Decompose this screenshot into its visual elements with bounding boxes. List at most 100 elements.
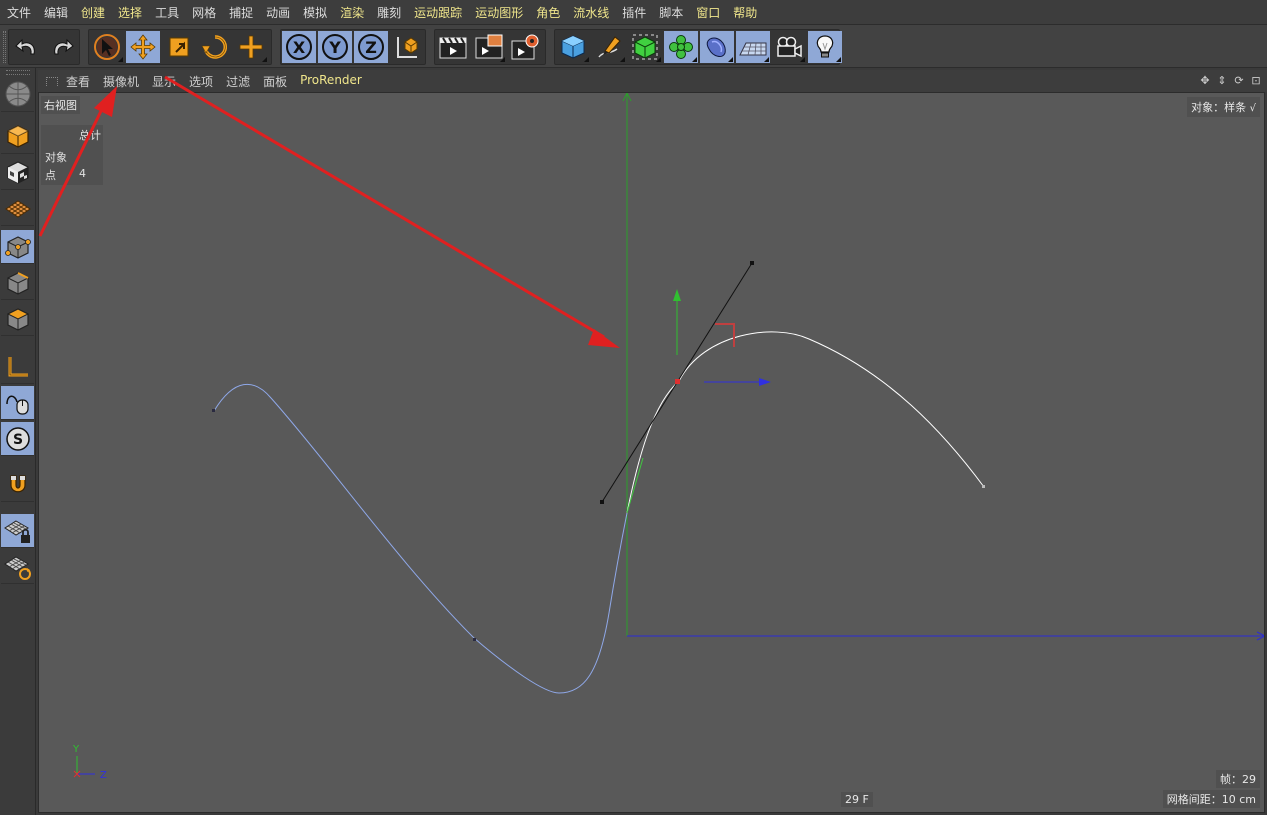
view-axis-z-label: Z [100, 770, 107, 781]
spline-segment-unselected[interactable] [213, 383, 628, 694]
right-view-viewport[interactable]: Y Z 右视图 总计 对象 点 4 对象：样条 √ 帧：29 网格间距：10 c… [38, 92, 1265, 813]
spline-point[interactable] [473, 638, 476, 641]
polygons-mode-button[interactable] [1, 302, 34, 336]
menu-item[interactable]: 创建 [81, 4, 105, 21]
viewport-menu-item[interactable]: 查看 [66, 73, 90, 90]
gizmo-plane-handle[interactable] [715, 323, 735, 347]
make-editable-button[interactable] [1, 76, 34, 112]
viewport-menu-item[interactable]: 面板 [263, 73, 287, 90]
menu-item[interactable]: 帮助 [733, 4, 757, 21]
workplane-mode-button[interactable] [1, 192, 34, 226]
submenu-indicator [692, 57, 697, 62]
viewport-menu-item[interactable]: ProRender [300, 73, 362, 90]
menu-item[interactable]: 窗口 [696, 4, 720, 21]
menu-item[interactable]: 选择 [118, 4, 142, 21]
dolly-icon[interactable]: ⇕ [1215, 73, 1229, 87]
viewport-grip[interactable] [46, 76, 58, 86]
edges-mode-button[interactable] [1, 266, 34, 300]
spline-segment-selected[interactable] [626, 331, 985, 514]
menu-item[interactable]: 渲染 [340, 4, 364, 21]
view-name-label[interactable]: 右视图 [41, 96, 80, 114]
toolbar-grip[interactable] [3, 31, 6, 63]
scale-tool-button[interactable] [162, 31, 196, 63]
cube-object-button[interactable] [556, 31, 590, 63]
workplane-align-button[interactable] [1, 550, 34, 584]
menu-item[interactable]: 工具 [155, 4, 179, 21]
svg-text:Y: Y [328, 38, 341, 57]
menu-item[interactable]: 模拟 [303, 4, 327, 21]
viewport-navigation-icons: ✥ ⇕ ⟳ ⊡ [1198, 73, 1263, 87]
tweak-mode-button[interactable] [1, 386, 34, 420]
viewport-menu-item[interactable]: 摄像机 [103, 73, 139, 90]
render-settings-button[interactable] [508, 31, 542, 63]
gizmo-z-arrow[interactable] [759, 378, 771, 386]
texture-mode-button[interactable] [1, 156, 34, 190]
solo-button[interactable]: S [1, 422, 34, 456]
frame-info: 帧：29 [1216, 770, 1260, 788]
render-picture-viewer-button[interactable] [472, 31, 506, 63]
tangent-handle-left[interactable] [600, 500, 604, 504]
menu-item[interactable]: 动画 [266, 4, 290, 21]
submenu-indicator [728, 57, 733, 62]
camera-button[interactable] [772, 31, 806, 63]
menu-item[interactable]: 文件 [7, 4, 31, 21]
menu-item[interactable]: 运动跟踪 [414, 4, 462, 21]
orbit-icon[interactable]: ⟳ [1232, 73, 1246, 87]
workplane-lock-button[interactable] [1, 514, 34, 548]
select-tool-button[interactable] [90, 31, 124, 63]
axis-y-lock-button[interactable]: Y [318, 31, 352, 63]
axis-x-icon: X [286, 34, 312, 60]
submenu-indicator [262, 57, 267, 62]
gizmo-y-arrow[interactable] [673, 289, 681, 301]
rotate-tool-button[interactable] [198, 31, 232, 63]
menu-item[interactable]: 网格 [192, 4, 216, 21]
object-mode-text: 对象：样条 [1191, 101, 1247, 114]
menu-item[interactable]: 流水线 [573, 4, 609, 21]
undo-button[interactable] [10, 31, 44, 63]
palette-grip[interactable] [6, 70, 30, 75]
maximize-view-icon[interactable]: ⊡ [1249, 73, 1263, 87]
snap-button[interactable] [1, 468, 34, 502]
live-add-icon [239, 35, 263, 59]
menu-item[interactable]: 运动图形 [475, 4, 523, 21]
floor-button[interactable] [736, 31, 770, 63]
model-mode-button[interactable] [1, 120, 34, 154]
spline-point[interactable] [982, 485, 985, 488]
tangent-handle-right[interactable] [750, 261, 754, 265]
deformer-button[interactable] [700, 31, 734, 63]
coordinate-system-button[interactable] [390, 31, 424, 63]
menu-item[interactable]: 编辑 [44, 4, 68, 21]
workplane-lock-icon [3, 519, 30, 543]
axis-x-lock-button[interactable]: X [282, 31, 316, 63]
viewport-menu-bar: 查看 摄像机 显示 选项 过滤 面板 ProRender ✥ ⇕ ⟳ ⊡ [38, 70, 1267, 92]
viewport-menu-item[interactable]: 选项 [189, 73, 213, 90]
viewport-scene[interactable]: Y Z [39, 93, 1265, 813]
grid-spacing-info: 网格间距：10 cm [1162, 790, 1260, 808]
workplane-align-icon [3, 555, 31, 580]
points-mode-button[interactable] [1, 230, 34, 264]
cloner-button[interactable] [664, 31, 698, 63]
redo-button[interactable] [45, 31, 79, 63]
live-add-tool-button[interactable] [234, 31, 268, 63]
menu-item[interactable]: 雕刻 [377, 4, 401, 21]
viewport-menu-item[interactable]: 过滤 [226, 73, 250, 90]
pan-icon[interactable]: ✥ [1198, 73, 1212, 87]
menu-item[interactable]: 角色 [536, 4, 560, 21]
render-view-button[interactable] [436, 31, 470, 63]
texture-mode-icon [6, 160, 29, 184]
selected-spline-point[interactable] [675, 379, 680, 384]
menu-item[interactable]: 脚本 [659, 4, 683, 21]
axis-z-lock-button[interactable]: Z [354, 31, 388, 63]
subdivision-surface-button[interactable] [628, 31, 662, 63]
model-mode-icon [6, 124, 29, 148]
spline-point[interactable] [212, 409, 215, 412]
pen-spline-button[interactable] [592, 31, 626, 63]
axis-mode-button[interactable] [1, 350, 34, 384]
menu-item[interactable]: 插件 [622, 4, 646, 21]
light-button[interactable] [808, 31, 842, 63]
viewport-menu-item[interactable]: 显示 [152, 73, 176, 90]
make-editable-icon [5, 81, 30, 106]
svg-text:X: X [293, 38, 306, 57]
menu-item[interactable]: 捕捉 [229, 4, 253, 21]
move-tool-button[interactable] [126, 31, 160, 63]
